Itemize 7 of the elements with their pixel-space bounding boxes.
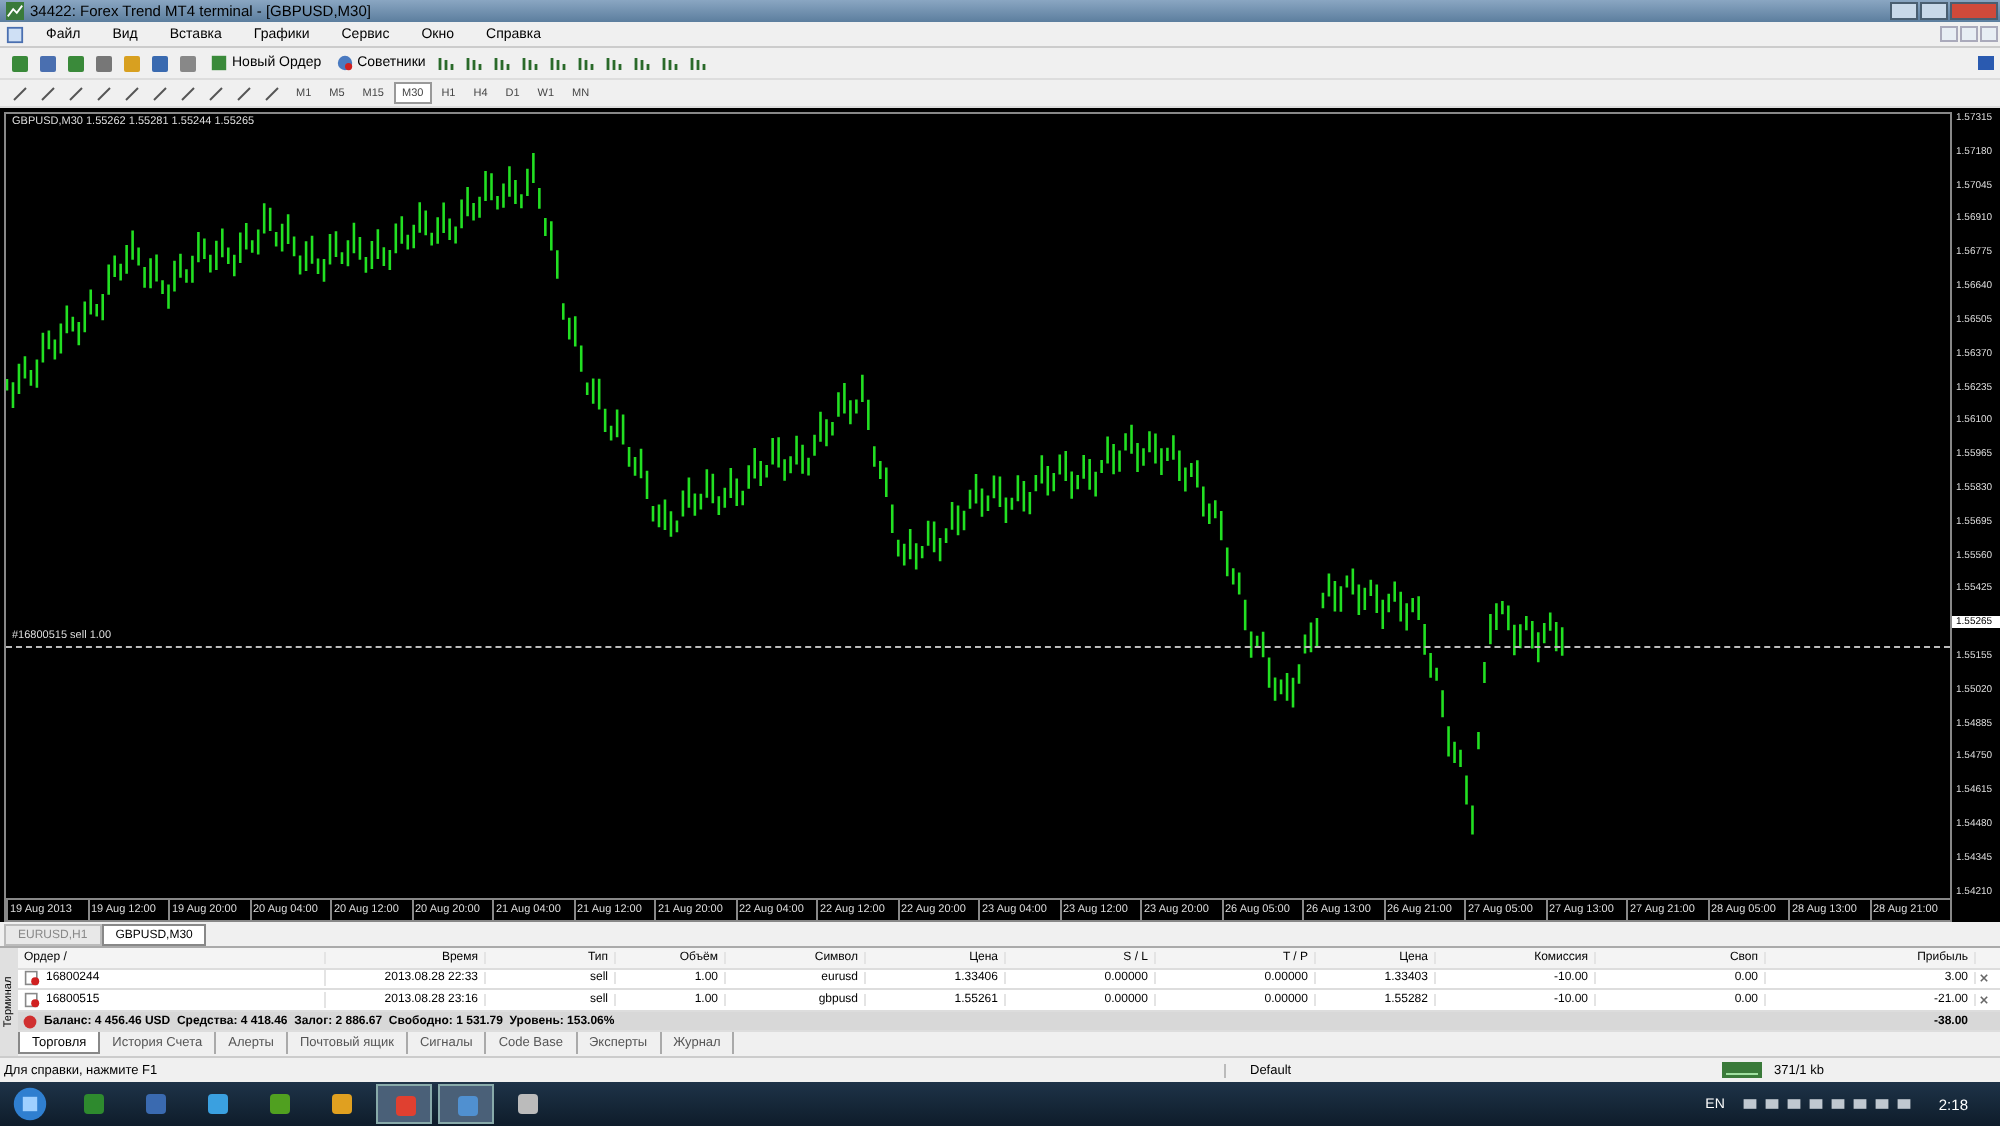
minimize-button[interactable] <box>1890 2 1918 20</box>
app-icon <box>6 2 24 20</box>
document-icon <box>6 25 24 43</box>
close-icon[interactable] <box>1976 992 1992 1009</box>
maximize-button[interactable] <box>1920 2 1948 20</box>
close-icon[interactable] <box>1976 970 1992 987</box>
connection-icon <box>1722 1062 1762 1078</box>
